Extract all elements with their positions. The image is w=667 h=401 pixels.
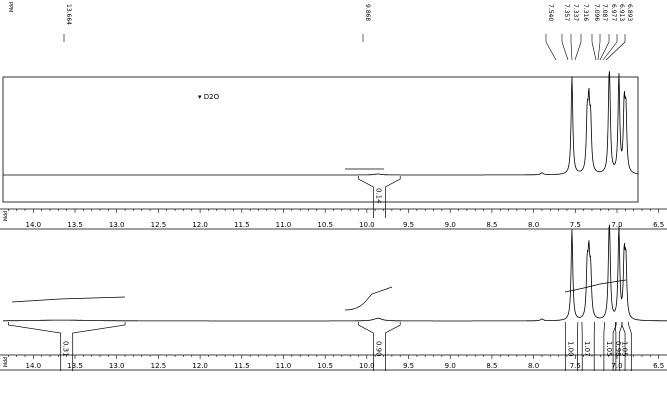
x-tick-label: 14.0 — [26, 221, 42, 229]
peak-label: 6.893 — [626, 4, 633, 21]
peak-label: 6.977 — [610, 4, 617, 21]
peak-label: 7.316 — [582, 4, 589, 21]
integral-curve-broad — [11, 296, 126, 303]
integral-label: 0.31 — [62, 341, 70, 357]
peak-label: 7.357 — [563, 4, 570, 21]
peak-leader-line — [570, 41, 573, 61]
peak-leader-line — [597, 41, 601, 61]
panel1-frame — [2, 76, 639, 203]
integral-label: 1.05 — [620, 341, 628, 357]
x-tick-label: 6.5 — [653, 362, 664, 370]
peak-leader-line — [574, 41, 582, 61]
x-tick-label: 10.0 — [359, 221, 375, 229]
x-tick-label: 12.5 — [151, 362, 167, 370]
x-tick-label: 13.5 — [67, 221, 83, 229]
x-tick-label: 10.0 — [359, 362, 375, 370]
peak-label: 9.868 — [364, 4, 371, 21]
x-tick-label: 9.5 — [403, 221, 414, 229]
peak-leader-line — [605, 41, 626, 61]
nmr-spectrum-chart: PPM 13.664 9.868 7.540 7.357 7.337 7.316 7.096… — [0, 2, 667, 371]
peak-label: 6.913 — [618, 4, 625, 21]
peak-label: 13.664 — [65, 4, 72, 25]
x-tick-label: 7.0 — [611, 221, 622, 229]
peak-label: 7.540 — [547, 4, 554, 21]
integral-label: 0.14 — [374, 188, 382, 204]
d2o-note: ▾ D2O — [198, 93, 220, 101]
integral-curve-nh — [344, 286, 393, 311]
peak-label: 7.087 — [601, 4, 608, 21]
x-tick-label: 9.0 — [445, 221, 456, 229]
spectrum-panel-original: 0.31 0.90 1.00 1.07 1.05 0.981.05PPM 14.0 13.5 1… — [0, 224, 667, 371]
peak-leader-line — [545, 41, 557, 61]
integral-label: 1.00 — [567, 341, 575, 357]
x-tick-label: 11.0 — [276, 221, 292, 229]
peak-leader-line — [591, 41, 597, 61]
axis-ppm-label: PPM — [1, 357, 7, 367]
x-tick-label: 10.5 — [317, 221, 333, 229]
x-tick-label: 12.5 — [151, 221, 167, 229]
peak-label: 7.337 — [572, 4, 579, 21]
x-tick-label: 8.0 — [528, 362, 539, 370]
peak-leader-line — [561, 41, 569, 61]
x-tick-label: 8.0 — [528, 221, 539, 229]
x-tick-label: 13.0 — [109, 362, 125, 370]
x-tick-label: 8.5 — [486, 221, 497, 229]
x-tick-label: 11.5 — [234, 221, 250, 229]
ppm-unit-label: PPM — [7, 2, 13, 12]
x-tick-label: 7.0 — [611, 362, 622, 370]
integral-label: 1.07 — [583, 341, 591, 357]
x-tick-label: 13.0 — [109, 221, 125, 229]
peak-label: 7.096 — [593, 4, 600, 21]
integral-label: 0.90 — [374, 341, 382, 357]
x-tick-label: 14.0 — [26, 362, 42, 370]
axis-ppm-label: PPM — [1, 211, 7, 221]
x-tick-label: 9.5 — [403, 362, 414, 370]
x-tick-label: 7.5 — [570, 221, 581, 229]
x-tick-label: 10.5 — [317, 362, 333, 370]
x-tick-label: 7.5 — [570, 362, 581, 370]
x-tick-label: 11.0 — [276, 362, 292, 370]
peak-labels-group: 13.664 9.868 7.540 7.357 7.337 7.316 7.096 7.08… — [63, 4, 633, 61]
x-tick-label: 11.5 — [234, 362, 250, 370]
spectrum-panel-d2o: ▾ D2O 0.14 PPM 14.0 13.5 13.0 12.5 12.0 11.5 11.0… — [0, 71, 667, 230]
x-tick-label: 12.0 — [192, 221, 208, 229]
x-tick-label: 8.5 — [486, 362, 497, 370]
x-tick-label: 6.5 — [653, 221, 664, 229]
integral-curve-aromatic — [564, 279, 627, 293]
peak-leader-line — [599, 41, 610, 61]
integral-label: 1.05 — [605, 341, 613, 357]
peak-leader-line — [602, 41, 618, 61]
spectrum-line-original — [3, 224, 667, 322]
x-tick-label: 12.0 — [192, 362, 208, 370]
x-tick-label: 13.5 — [67, 362, 83, 370]
x-tick-label: 9.0 — [445, 362, 456, 370]
spectrum-line-d2o — [3, 71, 639, 176]
